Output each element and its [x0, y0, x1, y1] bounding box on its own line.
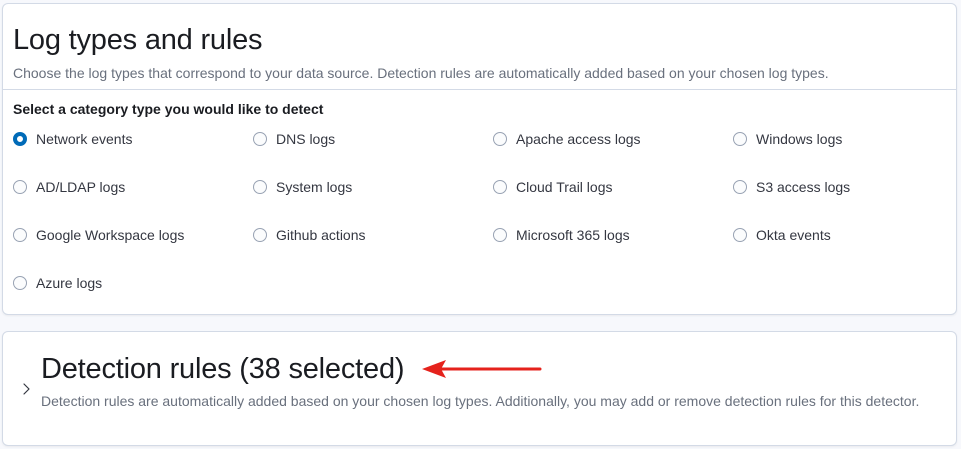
radio-option-s3-access-logs[interactable]: S3 access logs	[733, 178, 953, 226]
radio-label: Google Workspace logs	[36, 227, 185, 243]
log-types-panel: Log types and rules Choose the log types…	[2, 3, 957, 315]
radio-option-system-logs[interactable]: System logs	[253, 178, 493, 226]
radio-button[interactable]	[13, 276, 27, 290]
radio-option-apache-access-logs[interactable]: Apache access logs	[493, 130, 733, 178]
radio-button[interactable]	[493, 180, 507, 194]
radio-button[interactable]	[253, 132, 267, 146]
radio-label: Network events	[36, 131, 133, 147]
radio-option-microsoft-365-logs[interactable]: Microsoft 365 logs	[493, 226, 733, 274]
radio-label: Microsoft 365 logs	[516, 227, 630, 243]
radio-button[interactable]	[13, 228, 27, 242]
radio-button[interactable]	[733, 180, 747, 194]
radio-option-ad-ldap-logs[interactable]: AD/LDAP logs	[13, 178, 253, 226]
log-type-radio-group: Network events DNS logs Apache access logs…	[13, 130, 953, 322]
radio-label: Github actions	[276, 227, 366, 243]
radio-option-azure-logs[interactable]: Azure logs	[13, 274, 253, 322]
radio-button[interactable]	[733, 132, 747, 146]
radio-button[interactable]	[253, 228, 267, 242]
radio-button[interactable]	[13, 180, 27, 194]
category-label: Select a category type you would like to…	[13, 101, 324, 117]
radio-label: Azure logs	[36, 275, 103, 291]
log-types-title: Log types and rules	[13, 24, 263, 56]
detection-rules-panel: Detection rules (38 selected) Detection …	[2, 331, 957, 446]
radio-button[interactable]	[733, 228, 747, 242]
radio-option-cloud-trail-logs[interactable]: Cloud Trail logs	[493, 178, 733, 226]
detection-rules-title-row: Detection rules (38 selected)	[41, 351, 544, 387]
radio-option-google-workspace-logs[interactable]: Google Workspace logs	[13, 226, 253, 274]
arrow-left-icon	[422, 360, 542, 378]
detection-rules-description: Detection rules are automatically added …	[41, 393, 920, 409]
radio-button[interactable]	[493, 132, 507, 146]
log-types-description: Choose the log types that correspond to …	[13, 65, 829, 81]
radio-button[interactable]	[253, 180, 267, 194]
radio-option-dns-logs[interactable]: DNS logs	[253, 130, 493, 178]
radio-label: DNS logs	[276, 131, 336, 147]
radio-option-network-events[interactable]: Network events	[13, 130, 253, 178]
radio-label: Cloud Trail logs	[516, 179, 613, 195]
radio-label: Windows logs	[756, 131, 843, 147]
log-types-header: Log types and rules Choose the log types…	[3, 4, 956, 90]
radio-option-okta-events[interactable]: Okta events	[733, 226, 953, 274]
radio-button[interactable]	[13, 132, 27, 146]
radio-label: S3 access logs	[756, 179, 851, 195]
radio-option-windows-logs[interactable]: Windows logs	[733, 130, 953, 178]
radio-label: Apache access logs	[516, 131, 641, 147]
detection-rules-accordion-toggle[interactable]: Detection rules (38 selected)	[41, 351, 405, 387]
radio-label: AD/LDAP logs	[36, 179, 126, 195]
radio-label: System logs	[276, 179, 353, 195]
radio-option-github-actions[interactable]: Github actions	[253, 226, 493, 274]
radio-button[interactable]	[493, 228, 507, 242]
chevron-right-icon[interactable]	[18, 381, 34, 397]
radio-label: Okta events	[756, 227, 831, 243]
